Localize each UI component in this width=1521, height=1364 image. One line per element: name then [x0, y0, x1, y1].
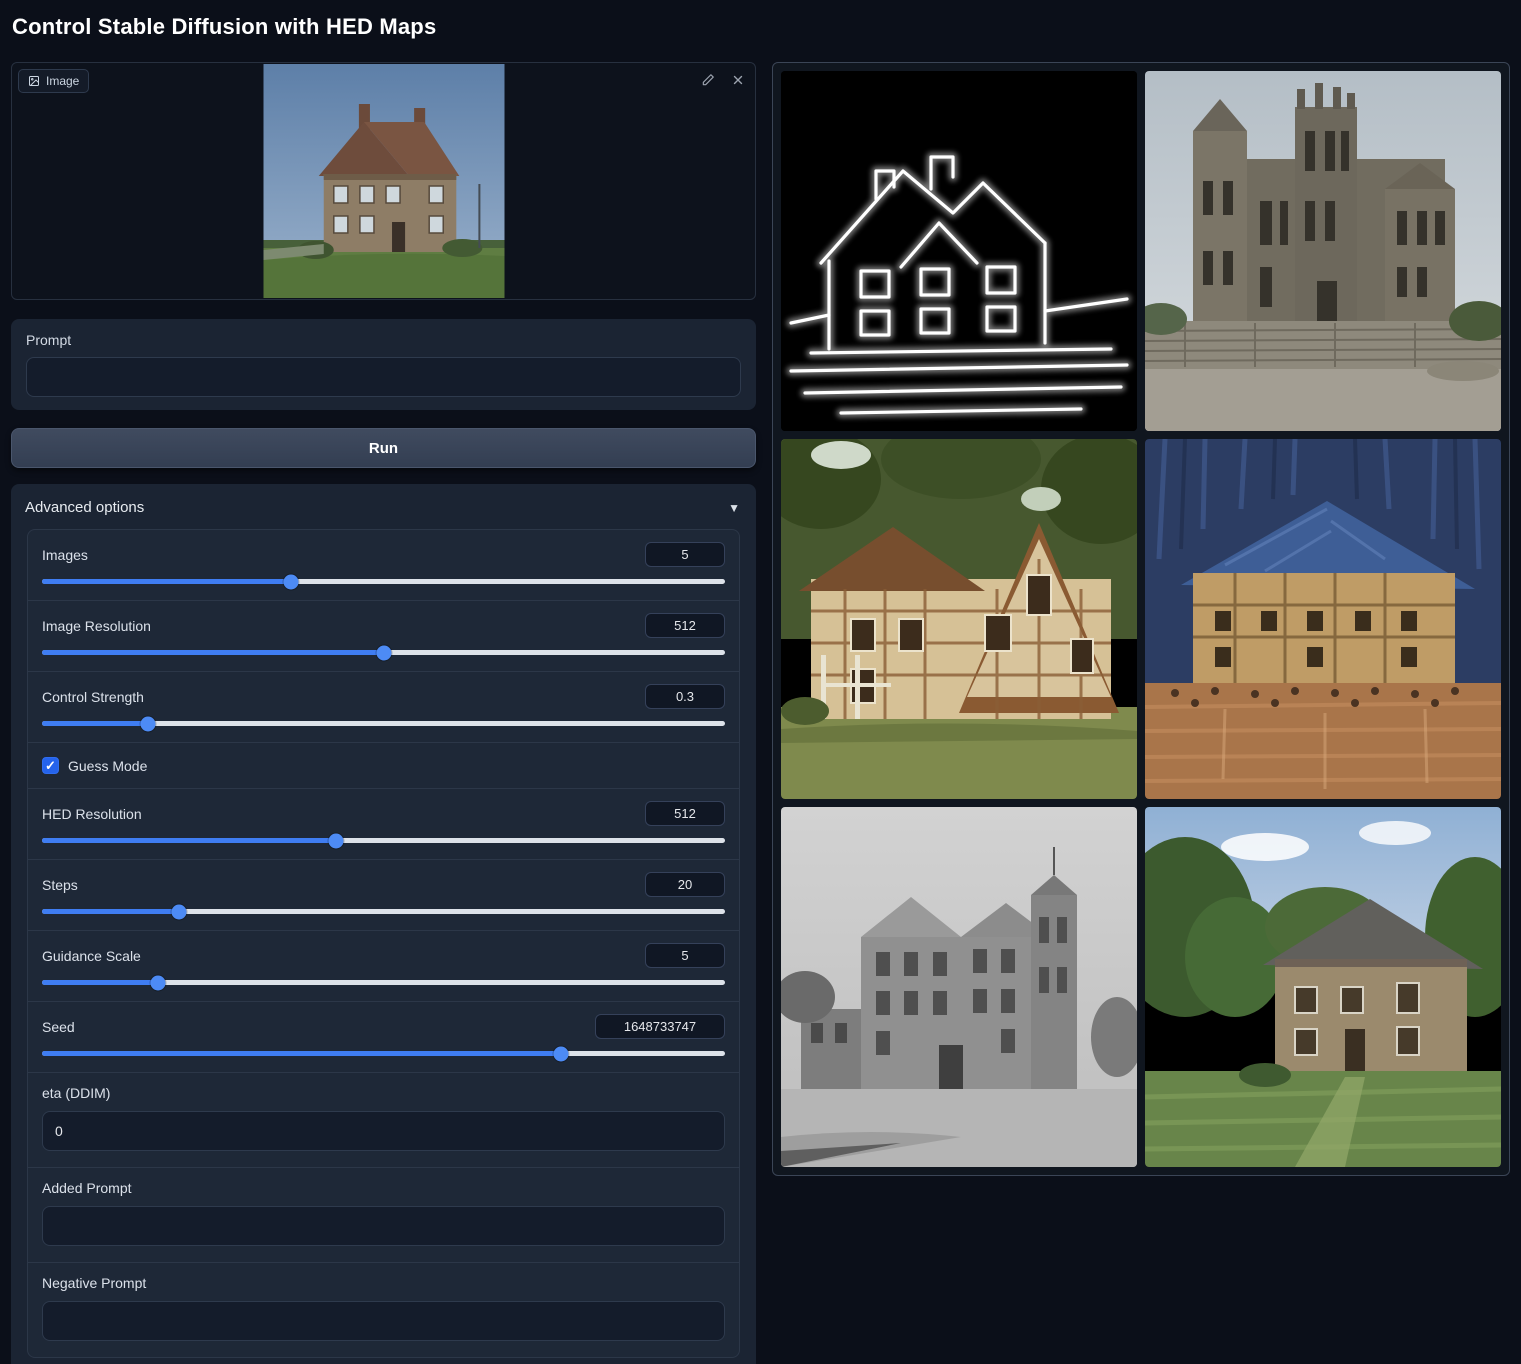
prompt-block: Prompt	[11, 319, 756, 410]
control-strength-slider-handle[interactable]	[140, 716, 155, 731]
hed-resolution-slider-handle[interactable]	[328, 833, 343, 848]
advanced-options-label: Advanced options	[25, 499, 144, 516]
gallery-grid	[781, 71, 1501, 1167]
image-resolution-slider-row: Image Resolution	[28, 600, 739, 671]
gallery-item-timber-house[interactable]	[781, 439, 1137, 799]
image-resolution-slider-label: Image Resolution	[42, 618, 151, 634]
control-strength-value-input[interactable]	[645, 684, 725, 709]
gallery-item-house-lawn[interactable]	[1145, 807, 1501, 1167]
slider-fill	[42, 650, 384, 655]
images-slider-handle[interactable]	[284, 574, 299, 589]
hed-resolution-slider-label: HED Resolution	[42, 806, 142, 822]
guidance-scale-slider[interactable]	[42, 980, 725, 985]
hed-resolution-value-input[interactable]	[645, 801, 725, 826]
steps-slider-row: Steps	[28, 859, 739, 930]
seed-slider-handle[interactable]	[554, 1046, 569, 1061]
added-prompt-row: Added Prompt	[28, 1167, 739, 1262]
steps-slider-label: Steps	[42, 877, 78, 893]
eta-input[interactable]	[42, 1111, 725, 1151]
prompt-input[interactable]	[26, 357, 741, 397]
seed-slider[interactable]	[42, 1051, 725, 1056]
hed-resolution-slider-row: HED Resolution	[28, 788, 739, 859]
slider-fill	[42, 579, 291, 584]
images-slider-row: Images	[28, 530, 739, 600]
guess-mode-checkbox[interactable]: ✓	[42, 757, 59, 774]
steps-slider[interactable]	[42, 909, 725, 914]
control-strength-slider[interactable]	[42, 721, 725, 726]
advanced-options-header[interactable]: Advanced options ▼	[11, 484, 756, 529]
image-icon	[28, 75, 40, 87]
pencil-icon	[701, 73, 715, 87]
output-gallery	[772, 62, 1510, 1176]
input-image-block: Image	[11, 62, 756, 300]
steps-slider-handle[interactable]	[171, 904, 186, 919]
added-prompt-input[interactable]	[42, 1206, 725, 1246]
negative-prompt-input[interactable]	[42, 1301, 725, 1341]
images-slider[interactable]	[42, 579, 725, 584]
eta-row: eta (DDIM)	[28, 1072, 739, 1167]
clear-image-button[interactable]	[729, 71, 747, 89]
slider-fill	[42, 721, 148, 726]
input-image-tab: Image	[18, 69, 89, 93]
input-image[interactable]	[263, 64, 504, 298]
added-prompt-label: Added Prompt	[42, 1180, 725, 1196]
slider-fill	[42, 980, 158, 985]
images-value-input[interactable]	[645, 542, 725, 567]
hed-resolution-slider[interactable]	[42, 838, 725, 843]
seed-value-input[interactable]	[595, 1014, 725, 1039]
guidance-scale-slider-handle[interactable]	[151, 975, 166, 990]
advanced-options-form: Images Image Resolution	[27, 529, 740, 1358]
chevron-down-icon: ▼	[728, 501, 740, 515]
gallery-item-grayscale-building[interactable]	[781, 807, 1137, 1167]
guess-mode-row: ✓ Guess Mode	[28, 742, 739, 788]
gallery-item-stylized-painting[interactable]	[1145, 439, 1501, 799]
run-button[interactable]: Run	[11, 428, 756, 468]
app-window: Control Stable Diffusion with HED Maps I…	[0, 0, 1521, 1364]
slider-fill	[42, 909, 179, 914]
advanced-options-accordion: Advanced options ▼ Images Image	[11, 484, 756, 1364]
steps-value-input[interactable]	[645, 872, 725, 897]
slider-fill	[42, 1051, 561, 1056]
check-icon: ✓	[45, 758, 56, 773]
gallery-item-castle[interactable]	[1145, 71, 1501, 431]
edit-image-button[interactable]	[699, 71, 717, 89]
guess-mode-label: Guess Mode	[68, 758, 147, 774]
eta-label: eta (DDIM)	[42, 1085, 725, 1101]
negative-prompt-row: Negative Prompt	[28, 1262, 739, 1357]
image-actions	[699, 71, 747, 89]
prompt-label: Prompt	[26, 332, 741, 348]
image-resolution-slider-handle[interactable]	[376, 645, 391, 660]
negative-prompt-label: Negative Prompt	[42, 1275, 725, 1291]
image-resolution-value-input[interactable]	[645, 613, 725, 638]
page-title: Control Stable Diffusion with HED Maps	[12, 14, 436, 40]
guidance-scale-value-input[interactable]	[645, 943, 725, 968]
guidance-scale-slider-label: Guidance Scale	[42, 948, 141, 964]
control-strength-slider-row: Control Strength	[28, 671, 739, 742]
slider-fill	[42, 838, 336, 843]
gallery-item-hed-map[interactable]	[781, 71, 1137, 431]
input-image-tab-label: Image	[46, 74, 79, 88]
close-icon	[731, 73, 745, 87]
image-resolution-slider[interactable]	[42, 650, 725, 655]
guidance-scale-slider-row: Guidance Scale	[28, 930, 739, 1001]
control-strength-slider-label: Control Strength	[42, 689, 144, 705]
images-slider-label: Images	[42, 547, 88, 563]
controls-column: Image	[11, 62, 756, 1364]
seed-slider-label: Seed	[42, 1019, 75, 1035]
seed-slider-row: Seed	[28, 1001, 739, 1072]
